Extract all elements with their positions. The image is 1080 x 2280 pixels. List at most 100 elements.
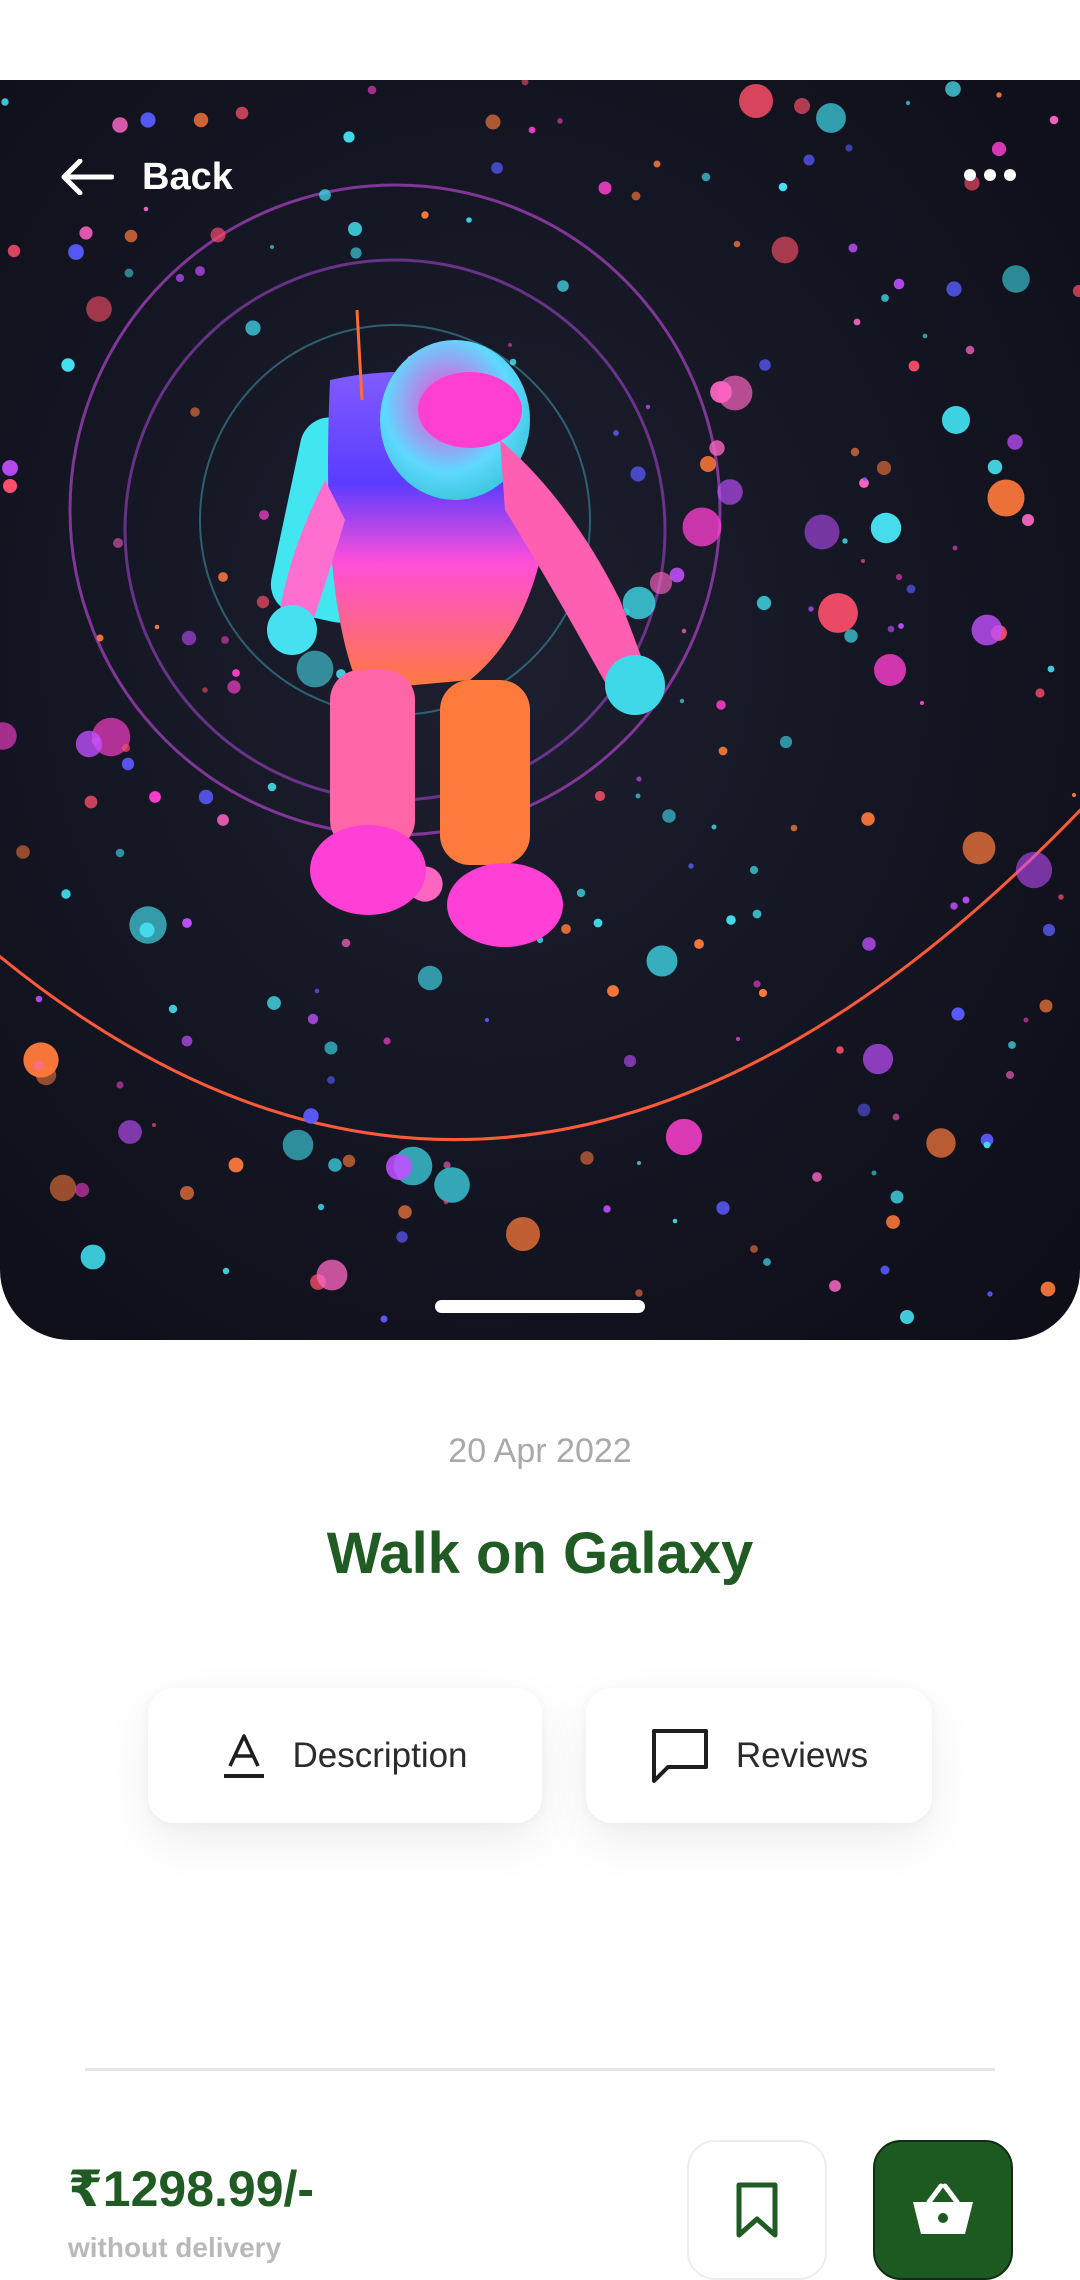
galaxy-orb bbox=[1049, 115, 1059, 125]
galaxy-orb bbox=[121, 757, 135, 771]
back-button[interactable]: Back bbox=[60, 142, 233, 212]
galaxy-orb bbox=[758, 988, 768, 998]
galaxy-orb bbox=[709, 440, 725, 456]
galaxy-orb bbox=[434, 1167, 470, 1203]
basket-icon bbox=[913, 2183, 973, 2234]
galaxy-orb bbox=[694, 939, 704, 949]
galaxy-orb bbox=[850, 447, 860, 457]
bookmark-button[interactable] bbox=[687, 2140, 827, 2280]
galaxy-orb bbox=[987, 1291, 993, 1297]
galaxy-orb bbox=[398, 1205, 412, 1219]
galaxy-orb bbox=[892, 1113, 900, 1121]
galaxy-orb bbox=[804, 514, 840, 550]
galaxy-orb bbox=[942, 406, 970, 434]
galaxy-orb bbox=[1039, 999, 1053, 1013]
galaxy-orb bbox=[210, 227, 226, 243]
galaxy-orb bbox=[303, 1108, 319, 1124]
galaxy-orb bbox=[763, 1258, 771, 1266]
galaxy-orb bbox=[417, 965, 443, 991]
galaxy-orb bbox=[861, 559, 865, 563]
galaxy-orb bbox=[380, 1315, 388, 1323]
product-title: Walk on Galaxy bbox=[326, 1521, 754, 1586]
galaxy-orb bbox=[962, 831, 996, 865]
add-to-cart-button[interactable] bbox=[873, 2140, 1013, 2280]
galaxy-orb bbox=[218, 572, 228, 582]
galaxy-orb bbox=[653, 160, 661, 168]
galaxy-orb bbox=[710, 381, 732, 403]
galaxy-orb bbox=[75, 730, 103, 758]
galaxy-orb bbox=[790, 824, 798, 832]
galaxy-orb bbox=[342, 1154, 356, 1168]
galaxy-orb bbox=[920, 701, 924, 705]
galaxy-orb bbox=[672, 1218, 678, 1224]
astronaut bbox=[267, 309, 665, 947]
galaxy-orb bbox=[987, 479, 1025, 517]
more-options-button[interactable] bbox=[960, 150, 1020, 200]
galaxy-orb bbox=[221, 636, 229, 644]
galaxy-orb bbox=[1072, 284, 1080, 298]
galaxy-orb bbox=[716, 1201, 730, 1215]
galaxy-orb bbox=[951, 1007, 965, 1021]
galaxy-orb bbox=[181, 1035, 193, 1047]
galaxy-orb bbox=[594, 790, 606, 802]
galaxy-orb bbox=[1002, 265, 1030, 293]
galaxy-orb bbox=[122, 744, 130, 752]
tab-reviews[interactable]: Reviews bbox=[586, 1688, 932, 1823]
galaxy-orb bbox=[484, 1017, 490, 1023]
galaxy-orb bbox=[880, 1265, 890, 1275]
galaxy-orb bbox=[637, 1161, 641, 1165]
galaxy-orb bbox=[96, 634, 104, 642]
galaxy-orb bbox=[149, 791, 161, 803]
galaxy-orb bbox=[711, 824, 717, 830]
galaxy-orb bbox=[778, 182, 788, 192]
galaxy-orb bbox=[61, 358, 75, 372]
galaxy-orb bbox=[193, 112, 209, 128]
tab-description[interactable]: Description bbox=[148, 1688, 542, 1823]
galaxy-orb bbox=[631, 191, 641, 201]
galaxy-orb bbox=[124, 268, 134, 278]
galaxy-orb bbox=[996, 92, 1002, 98]
galaxy-orb bbox=[267, 996, 281, 1010]
galaxy-orb bbox=[739, 84, 773, 118]
galaxy-orb bbox=[561, 924, 571, 934]
galaxy-orb bbox=[987, 459, 1003, 475]
galaxy-orb bbox=[945, 81, 961, 97]
galaxy-orb bbox=[129, 906, 167, 944]
galaxy-orb bbox=[895, 573, 903, 581]
galaxy-orb bbox=[1071, 792, 1077, 798]
galaxy-orb bbox=[630, 466, 646, 482]
galaxy-orb bbox=[863, 477, 867, 481]
galaxy-orb bbox=[753, 980, 761, 988]
galaxy-orb bbox=[700, 456, 716, 472]
galaxy-orb bbox=[905, 100, 911, 106]
more-dots-icon bbox=[964, 169, 1016, 181]
galaxy-orb bbox=[319, 189, 331, 201]
galaxy-orb bbox=[68, 244, 84, 260]
galaxy-orb bbox=[635, 1289, 643, 1297]
galaxy-orb bbox=[222, 1267, 230, 1275]
galaxy-orb bbox=[282, 1129, 314, 1161]
galaxy-orb bbox=[752, 909, 762, 919]
galaxy-orb bbox=[190, 407, 200, 417]
galaxy-orb bbox=[645, 404, 651, 410]
galaxy-orb bbox=[317, 1203, 325, 1211]
galaxy-orb bbox=[396, 1231, 408, 1243]
galaxy-orb bbox=[870, 512, 902, 544]
galaxy-orb bbox=[818, 593, 858, 633]
galaxy-orb bbox=[635, 793, 641, 799]
price-note: without delivery bbox=[68, 2232, 282, 2263]
galaxy-orb bbox=[202, 687, 208, 693]
galaxy-orb bbox=[341, 938, 351, 948]
galaxy-orb bbox=[829, 1280, 841, 1292]
galaxy-orb bbox=[1040, 1281, 1056, 1297]
galaxy-orb bbox=[716, 700, 726, 710]
galaxy-orb bbox=[965, 345, 975, 355]
galaxy-orb bbox=[296, 650, 334, 688]
galaxy-orb bbox=[343, 131, 355, 143]
galaxy-orb bbox=[348, 222, 362, 236]
galaxy-orb bbox=[2, 460, 18, 476]
back-label: Back bbox=[142, 155, 233, 198]
tab-description-label: Description bbox=[292, 1735, 468, 1775]
galaxy-orb bbox=[168, 1004, 178, 1014]
galaxy-orb bbox=[816, 103, 846, 133]
